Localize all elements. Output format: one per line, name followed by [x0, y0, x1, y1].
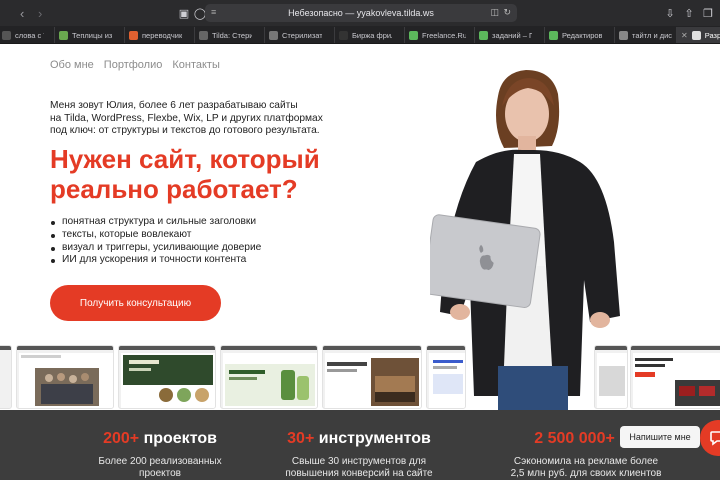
browser-titlebar: ‹ › ▣ ◯ ≡ Небезопасно — yyakovleva.tilda… — [0, 0, 720, 26]
nav-contacts[interactable]: Контакты — [172, 59, 220, 71]
stat-number: 30+ — [287, 430, 315, 447]
intro-line: на Tilda, WordPress, Flexbe, Wix, LP и д… — [50, 112, 323, 124]
portfolio-thumb[interactable] — [220, 345, 318, 409]
tabs-overview-icon[interactable]: ❐ — [700, 5, 716, 21]
intro-text: Меня зовут Юлия, более 6 лет разрабатыва… — [50, 100, 340, 138]
close-tab-icon[interactable]: ✕ — [681, 31, 688, 40]
portfolio-thumb[interactable] — [0, 345, 12, 409]
intro-line: под ключ: от структуры и текстов до гото… — [50, 125, 320, 136]
tab-favicon — [269, 30, 278, 40]
stat-number: 200+ — [103, 430, 140, 447]
tab-label: заданий – П… — [492, 30, 532, 40]
tab-label: Теплицы из… — [72, 30, 112, 40]
portfolio-thumb-image — [633, 353, 720, 408]
tab-favicon — [549, 30, 558, 40]
tab-label: Биржа фрил… — [352, 30, 392, 40]
tab-favicon — [2, 30, 11, 40]
hero-headline: Нужен сайт, который реально работает? — [50, 144, 370, 204]
tab-6[interactable]: Биржа фрил… — [334, 27, 392, 43]
portfolio-thumb[interactable] — [118, 345, 216, 409]
tab-label: Freelance.Ru — [422, 30, 466, 40]
tab-label: переводчик… — [142, 30, 182, 40]
stat-desc: проектов — [139, 468, 181, 479]
tab-favicon — [129, 30, 138, 40]
stat-desc: Свыше 30 инструментов для — [291, 456, 427, 467]
tab-favicon — [339, 30, 348, 40]
tab-4[interactable]: Tilda: Стери… — [194, 27, 252, 43]
portfolio-thumb-image — [223, 353, 317, 408]
nav-about[interactable]: Обо мне — [50, 59, 94, 71]
page-viewport: Обо мне Портфолио Контакты Меня зовут Юл… — [0, 44, 720, 480]
tab-label: Tilda: Стери… — [212, 30, 252, 40]
tab-label: Редактирова… — [562, 30, 602, 40]
stat-word: инструментов — [314, 430, 431, 447]
tab-2[interactable]: Теплицы из… — [54, 27, 112, 43]
share-icon[interactable]: ⇧ — [681, 5, 697, 21]
tab-3[interactable]: переводчик… — [124, 27, 182, 43]
stats-band: 200+ проектов Более 200 реализованных про… — [0, 410, 720, 480]
portfolio-thumb[interactable] — [16, 345, 114, 409]
tab-active[interactable]: ✕ Разрабо — [676, 27, 720, 43]
tab-favicon — [691, 30, 701, 40]
address-bar[interactable]: ≡ Небезопасно — yyakovleva.tilda.ws ◫ ↻ — [205, 4, 517, 22]
portfolio-thumb-image — [121, 353, 215, 408]
tab-label: тайтл и диск… — [632, 30, 672, 40]
back-button[interactable]: ‹ — [20, 0, 24, 26]
stat-desc: Более 200 реализованных — [98, 456, 222, 467]
stat-desc: 2,5 млн руб. для своих клиентов — [510, 468, 662, 479]
stat-tools: 30+ инструментов Свыше 30 инструментов д… — [254, 430, 464, 480]
reload-icon[interactable]: ↻ — [503, 7, 511, 19]
stat-word: проектов — [139, 430, 217, 447]
consultation-button[interactable]: Получить консультацию — [50, 285, 221, 321]
translate-icon[interactable]: ◫ — [490, 7, 499, 19]
tab-favicon — [59, 30, 68, 40]
stat-desc: Сэкономила на рекламе более — [513, 456, 659, 467]
sidebar-toggle-icon[interactable]: ▣ — [176, 5, 192, 21]
tab-1[interactable]: слова с ТТ в… — [0, 27, 44, 43]
tab-favicon — [619, 30, 628, 40]
portfolio-thumb[interactable] — [322, 345, 422, 409]
portfolio-thumb-image — [19, 353, 113, 408]
chat-label[interactable]: Напишите мне — [620, 426, 700, 448]
tab-bar: слова с ТТ в… Теплицы из… переводчик… Ti… — [0, 26, 720, 44]
stat-projects: 200+ проектов Более 200 реализованных про… — [60, 430, 260, 480]
portfolio-thumb-image — [325, 353, 421, 408]
benefits-list: понятная структура и сильные заголовки т… — [50, 216, 261, 267]
headline-line: Нужен сайт, который — [50, 144, 320, 174]
page-settings-icon[interactable]: ≡ — [211, 7, 223, 19]
benefit-item: визуал и триггеры, усиливающие доверие — [50, 242, 261, 255]
tab-8[interactable]: заданий – П… — [474, 27, 532, 43]
tab-favicon — [479, 30, 488, 40]
chat-bubble-icon — [710, 431, 720, 446]
address-url: Небезопасно — yyakovleva.tilda.ws — [288, 8, 434, 18]
tab-7[interactable]: Freelance.Ru — [404, 27, 466, 43]
benefit-item: ИИ для ускорения и точности контента — [50, 254, 261, 267]
tab-label: Разрабо — [704, 30, 720, 40]
tab-label: Стерилизато… — [282, 30, 322, 40]
headline-line: реально работает? — [50, 174, 298, 204]
intro-line: Меня зовут Юлия, более 6 лет разрабатыва… — [50, 100, 298, 111]
benefit-item: тексты, которые вовлекают — [50, 229, 261, 242]
stat-desc: повышения конверсий на сайте — [285, 468, 433, 479]
tab-9[interactable]: Редактирова… — [544, 27, 602, 43]
download-icon[interactable]: ⇩ — [662, 5, 678, 21]
person-with-laptop-image — [430, 70, 620, 414]
tab-label: слова с ТТ в… — [15, 30, 44, 40]
forward-button[interactable]: › — [38, 0, 42, 26]
tab-10[interactable]: тайтл и диск… — [614, 27, 672, 43]
portfolio-thumb[interactable] — [630, 345, 720, 409]
site-nav: Обо мне Портфолио Контакты — [50, 59, 220, 71]
benefit-item: понятная структура и сильные заголовки — [50, 216, 261, 229]
tab-favicon — [199, 30, 208, 40]
stat-number: 2 500 000+ — [534, 430, 615, 447]
tab-favicon — [409, 30, 418, 40]
tab-5[interactable]: Стерилизато… — [264, 27, 322, 43]
nav-portfolio[interactable]: Портфолио — [104, 59, 163, 71]
